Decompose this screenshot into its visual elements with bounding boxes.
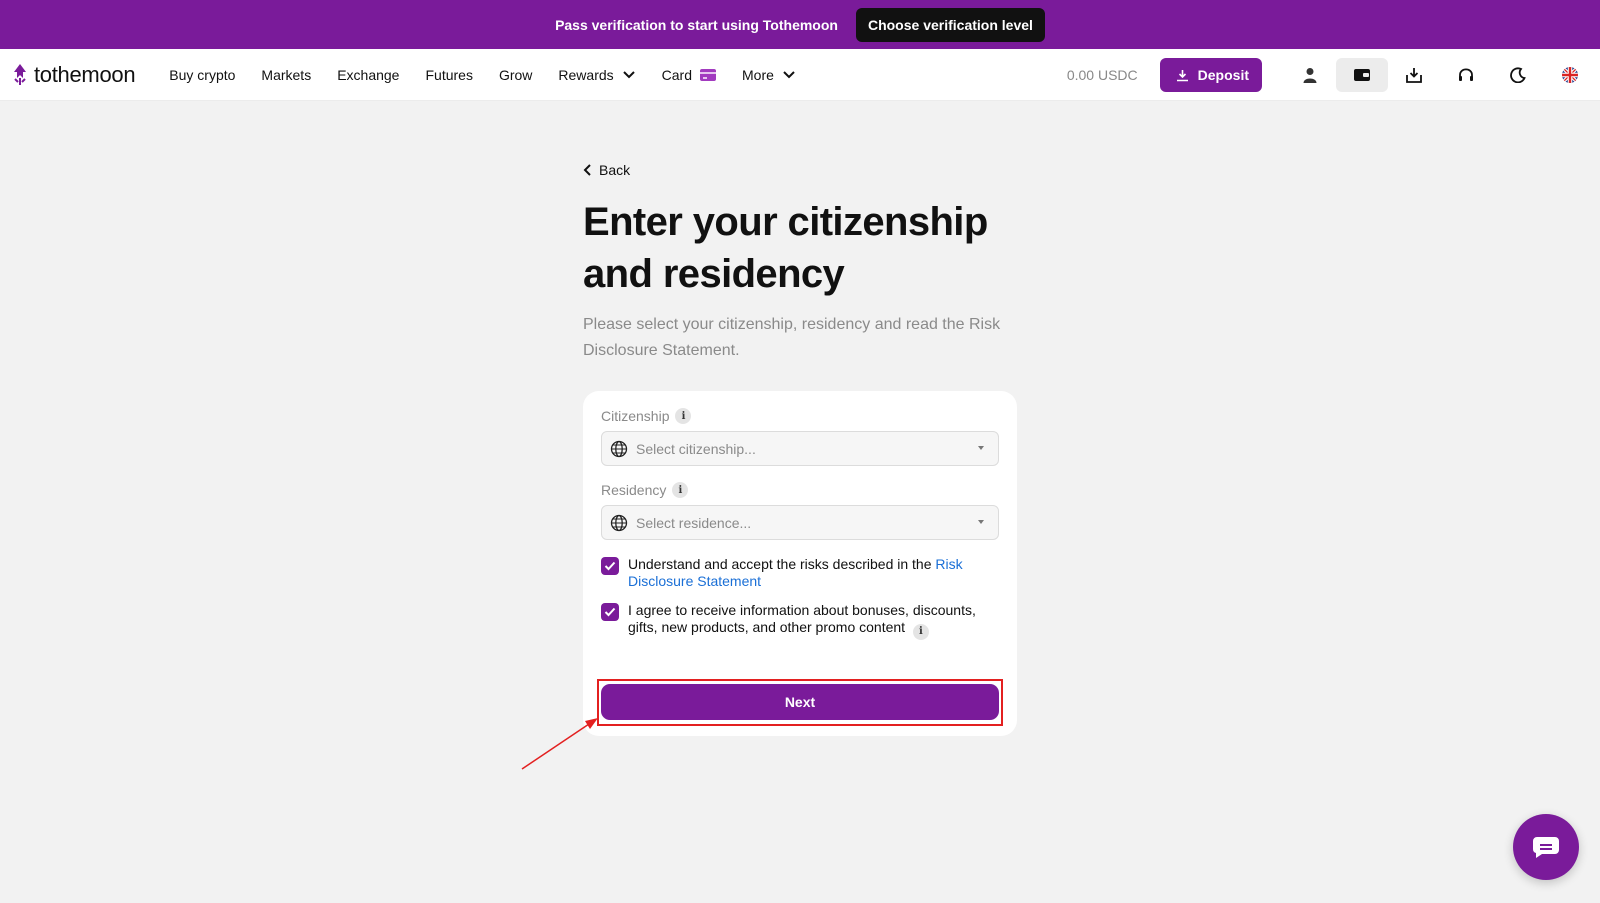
globe-icon (610, 440, 628, 457)
citizenship-placeholder: Select citizenship... (636, 440, 756, 457)
wallet-button[interactable] (1336, 58, 1388, 92)
nav-label: Rewards (558, 66, 614, 83)
chat-support-button[interactable] (1513, 814, 1579, 880)
main-content: Back Enter your citizenship and residenc… (583, 160, 1023, 364)
support-button[interactable] (1440, 58, 1492, 92)
promo-checkbox-text: I agree to receive information about bon… (628, 602, 993, 640)
logo-text: tothemoon (34, 61, 136, 87)
risk-checkbox-row: Understand and accept the risks describe… (601, 556, 993, 590)
citizenship-label: Citizenship (601, 408, 670, 424)
nav-buy-crypto[interactable]: Buy crypto (169, 67, 235, 83)
page-subtitle: Please select your citizenship, residenc… (583, 316, 1001, 359)
nav-label: Futures (425, 66, 473, 83)
promo-checkbox[interactable] (601, 603, 619, 621)
checkmark-icon (604, 607, 616, 617)
nav-grow[interactable]: Grow (499, 67, 532, 83)
nav-markets[interactable]: Markets (261, 67, 311, 83)
choose-verification-level-button[interactable]: Choose verification level (855, 7, 1045, 42)
citizenship-select[interactable]: Select citizenship... (601, 431, 999, 466)
caret-down-icon (978, 520, 984, 524)
download-app-button[interactable] (1388, 58, 1440, 92)
citizenship-form-card: Citizenship i Select citizenship... Resi… (583, 391, 1017, 736)
nav-label: More (742, 66, 774, 83)
caret-down-icon (978, 446, 984, 450)
moon-icon (1510, 67, 1526, 83)
chevron-down-icon (783, 70, 795, 78)
card-icon (700, 68, 717, 81)
nav-label: Markets (261, 66, 312, 83)
balance: 0.00 USDC (1066, 67, 1138, 83)
back-label: Back (599, 162, 631, 178)
verification-banner: Pass verification to start using Tothemo… (0, 0, 1600, 49)
user-icon (1303, 68, 1317, 83)
nav-card[interactable]: Card (661, 66, 717, 83)
tothemoon-logo-icon (14, 63, 26, 85)
logo[interactable]: tothemoon (12, 61, 136, 88)
nav-label: Grow (498, 66, 533, 83)
residency-label-row: Residency i (601, 482, 689, 498)
top-navigation: tothemoon Buy crypto Markets Exchange Fu… (0, 49, 1600, 101)
chevron-left-icon (583, 164, 591, 176)
nav-more[interactable]: More (742, 67, 796, 83)
nav-right: 0.00 USDC Deposit (1067, 49, 1600, 101)
wallet-icon (1354, 69, 1370, 81)
risk-checkbox-text: Understand and accept the risks describe… (628, 556, 993, 590)
profile-button[interactable] (1284, 58, 1336, 92)
deposit-button[interactable]: Deposit (1159, 58, 1262, 92)
deposit-label: Deposit (1197, 67, 1249, 83)
back-link[interactable]: Back (583, 160, 1023, 180)
info-icon[interactable]: i (912, 623, 929, 640)
citizenship-label-row: Citizenship i (601, 408, 692, 424)
promo-checkbox-row: I agree to receive information about bon… (601, 602, 993, 640)
nav-links: Buy crypto Markets Exchange Futures Grow… (169, 67, 796, 83)
risk-text: Understand and accept the risks describe… (628, 556, 936, 572)
info-icon[interactable]: i (675, 408, 692, 424)
page-title: Enter your citizenship and residency (583, 200, 988, 296)
language-selector[interactable] (1544, 58, 1596, 92)
next-button[interactable]: Next (601, 684, 999, 720)
uk-flag-icon (1562, 67, 1578, 83)
nav-rewards[interactable]: Rewards (558, 67, 635, 83)
theme-toggle[interactable] (1492, 58, 1544, 92)
download-icon (1176, 69, 1188, 81)
headset-icon (1459, 68, 1473, 81)
globe-icon (610, 514, 628, 531)
residency-placeholder: Select residence... (636, 514, 752, 531)
residency-select[interactable]: Select residence... (601, 505, 999, 540)
nav-label: Card (661, 66, 693, 83)
nav-label: Exchange (337, 66, 400, 83)
download-icon (1406, 68, 1422, 83)
nav-exchange[interactable]: Exchange (337, 67, 399, 83)
risk-checkbox[interactable] (601, 557, 619, 575)
chevron-down-icon (622, 70, 635, 78)
chat-icon (1532, 837, 1559, 858)
checkmark-icon (604, 561, 616, 571)
nav-label: Buy crypto (169, 66, 236, 83)
nav-futures[interactable]: Futures (425, 67, 472, 83)
info-icon[interactable]: i (672, 482, 689, 498)
banner-text: Pass verification to start using Tothemo… (555, 16, 838, 33)
residency-label: Residency (601, 482, 667, 498)
